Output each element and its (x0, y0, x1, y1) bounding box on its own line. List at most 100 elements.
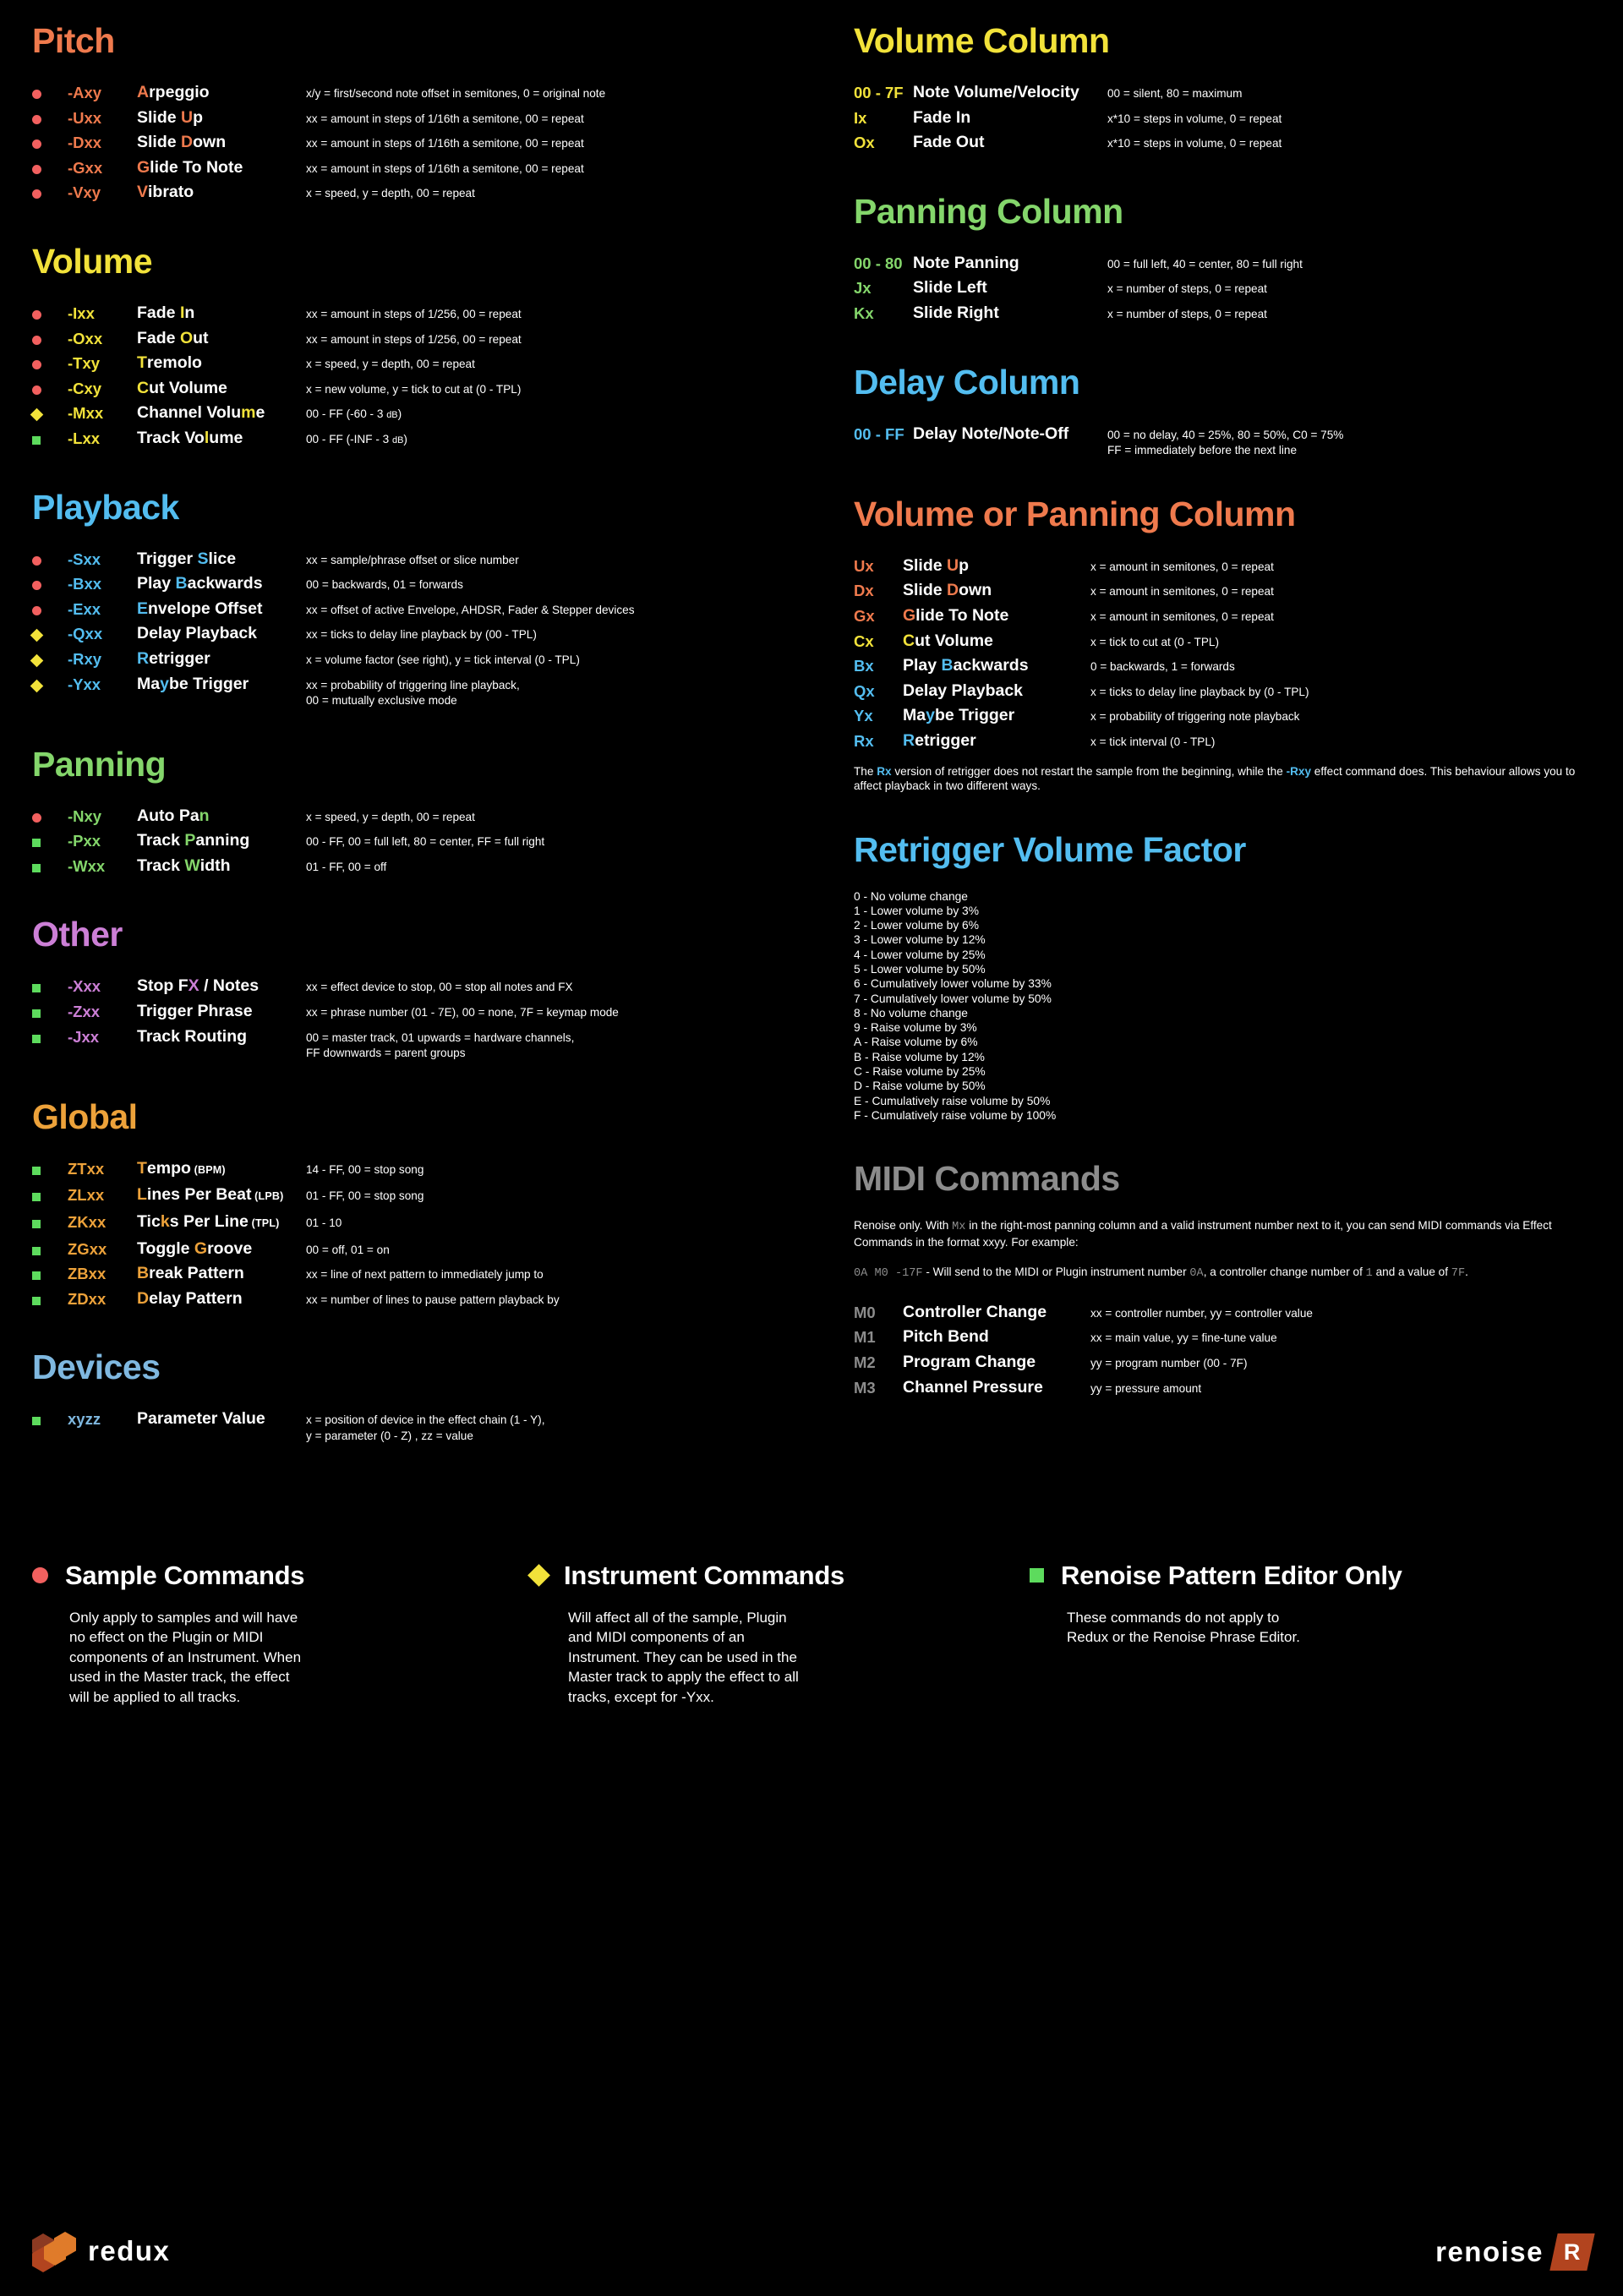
command-description: x = ticks to delay line playback by (0 -… (1090, 685, 1309, 698)
legend-title-instrument: Instrument Commands (564, 1560, 844, 1590)
command-row: -Vxy Vibrato x = speed, y = depth, 00 = re… (32, 180, 845, 205)
command-name: Delay Note/Note-Off (913, 424, 1069, 443)
command-name: Trigger Slice (137, 549, 237, 568)
command-name-cell: Toggle Groove (137, 1237, 306, 1262)
retrigger-note: The Rx version of retrigger does not res… (854, 764, 1576, 793)
command-name: Arpeggio (137, 83, 210, 101)
command-code: -Nxy (68, 806, 102, 825)
retrigger-volume-factor-list: 0 - No volume change 1 - Lower volume by … (854, 889, 1623, 1123)
command-name: Vibrato (137, 183, 194, 202)
logo-bar: redux renoise R (0, 2195, 1623, 2296)
command-code-cell: ZBxx (68, 1261, 137, 1287)
command-row: -Xxx Stop FX / Notes xx = effect device to… (32, 974, 845, 999)
list-item: C - Raise volume by 25% (854, 1065, 986, 1079)
command-description: 0 = backwards, 1 = forwards (1090, 660, 1235, 674)
command-name: Delay Playback (903, 681, 1024, 700)
command-code-cell: -Xxx (68, 974, 137, 999)
command-name-cell: Break Pattern (137, 1261, 306, 1287)
command-description: xx = controller number, yy = controller … (1090, 1306, 1313, 1320)
left-column: Pitch -Axy Arpeggio x/y = first/second not… (0, 24, 845, 1483)
command-code-cell: xyzz (68, 1407, 137, 1443)
command-row: Rx Retrigger x = tick interval (0 - TPL) (854, 729, 1623, 754)
command-code: ZTxx (68, 1159, 105, 1178)
command-code-cell: Ux (854, 554, 903, 579)
list-item: 5 - Lower volume by 50% (854, 962, 986, 976)
command-name: Track Volume (137, 428, 243, 447)
redux-wordmark: redux (88, 2235, 171, 2266)
command-row: -Wxx Track Width 01 - FF, 00 = off (32, 854, 845, 879)
command-description-cell: x = number of steps, 0 = repeat (1107, 276, 1623, 301)
command-description: xx = offset of active Envelope, AHDSR, F… (306, 603, 635, 616)
command-code-cell: -Vxy (68, 180, 137, 205)
command-name-cell: Auto Pan (137, 804, 306, 829)
command-scope-marker-cell (32, 1237, 68, 1262)
legend-body-renoise: These commands do not apply to Redux or … (1067, 1609, 1300, 1646)
command-name-cell: Slide Down (137, 130, 306, 156)
command-name: Track Width (137, 856, 231, 875)
renoise-only-marker-icon (32, 839, 41, 848)
command-name: Track Panning (137, 831, 250, 850)
command-scope-marker-cell (32, 301, 68, 326)
command-description-cell: 01 - 10 (306, 1210, 845, 1237)
redux-hexagon-icon (32, 2232, 76, 2272)
command-description-cell: x = amount in semitones, 0 = repeat (1090, 578, 1623, 604)
command-name-cell: Channel Volume (137, 401, 306, 426)
command-code: ZDxx (68, 1289, 107, 1308)
section-title-other: Other (32, 915, 123, 954)
command-name: Parameter Value (137, 1409, 265, 1429)
command-code-cell: -Ixx (68, 301, 137, 326)
command-name-cell: Stop FX / Notes (137, 974, 306, 999)
command-row: -Bxx Play Backwards 00 = backwards, 01 = f… (32, 571, 845, 597)
command-name: Slide Left (913, 278, 987, 298)
command-row: -Jxx Track Routing 00 = master track, 01 u… (32, 1025, 845, 1061)
command-name-cell: Trigger Slice (137, 547, 306, 572)
command-description-cell: x = number of steps, 0 = repeat (1107, 301, 1623, 326)
command-code: ZLxx (68, 1186, 105, 1205)
command-name-cell: Parameter Value (137, 1407, 306, 1443)
command-code-cell: -Lxx (68, 426, 137, 451)
command-scope-marker-cell (32, 1025, 68, 1061)
sample-command-marker-icon (32, 139, 41, 150)
command-code-cell: M2 (854, 1350, 903, 1375)
section-title-volume: Volume (32, 241, 153, 281)
command-description: xx = amount in steps of 1/16th a semiton… (306, 137, 584, 150)
list-item: 8 - No volume change (854, 1006, 968, 1020)
command-row: -Ixx Fade In xx = amount in steps of 1/256… (32, 301, 845, 326)
rows-playback: -Sxx Trigger Slice xx = sample/phrase offs… (30, 547, 845, 708)
command-description: x = amount in semitones, 0 = repeat (1090, 560, 1274, 573)
command-description: xx = ticks to delay line playback by (00… (306, 628, 537, 642)
command-code: -Oxx (68, 329, 103, 347)
section-global: Global ZTxx Tempo (BPM) 14 - FF, 00 = stop… (32, 1099, 845, 1312)
renoise-only-marker-icon (32, 984, 41, 993)
command-code: -Sxx (68, 549, 101, 568)
command-name-cell: Track Volume (137, 426, 306, 451)
command-description-cell: 01 - FF, 00 = off (306, 854, 845, 879)
sample-command-marker-icon (32, 189, 41, 200)
command-scope-marker-cell (32, 1261, 68, 1287)
command-name-cell: Track Routing (137, 1025, 306, 1061)
list-item: 9 - Raise volume by 3% (854, 1021, 977, 1035)
command-code: -Pxx (68, 832, 101, 850)
sample-command-marker-icon (32, 335, 41, 345)
command-row: -Txy Tremolo x = speed, y = depth, 00 = re… (32, 351, 845, 376)
command-name: Slide Up (903, 555, 970, 575)
command-scope-marker-cell (32, 351, 68, 376)
command-description-cell: x = amount in semitones, 0 = repeat (1090, 604, 1623, 629)
command-description-cell: 00 = silent, 80 = maximum (1107, 80, 1623, 106)
command-scope-marker-cell (32, 828, 68, 854)
sample-command-marker-icon (32, 581, 41, 591)
command-description-cell: xx = number of lines to pause pattern pl… (306, 1287, 845, 1312)
sample-command-marker-icon (32, 360, 41, 370)
rows-delay-column: 00 - FF Delay Note/Note-Off 00 = no delay,… (854, 422, 1623, 458)
command-code: M0 (854, 1303, 876, 1321)
command-code-cell: Dx (854, 578, 903, 604)
command-name: Trigger Phrase (137, 1002, 253, 1021)
command-scope-marker-cell (30, 672, 68, 708)
command-code: Ux (854, 556, 874, 575)
right-column: Volume Column 00 - 7F Note Volume/Velocit… (845, 24, 1623, 1483)
command-scope-marker-cell (32, 156, 68, 181)
command-name: Note Volume/Velocity (913, 83, 1079, 101)
section-title-playback: Playback (32, 487, 179, 527)
command-code-cell: -Nxy (68, 804, 137, 829)
command-scope-marker-cell (32, 326, 68, 352)
